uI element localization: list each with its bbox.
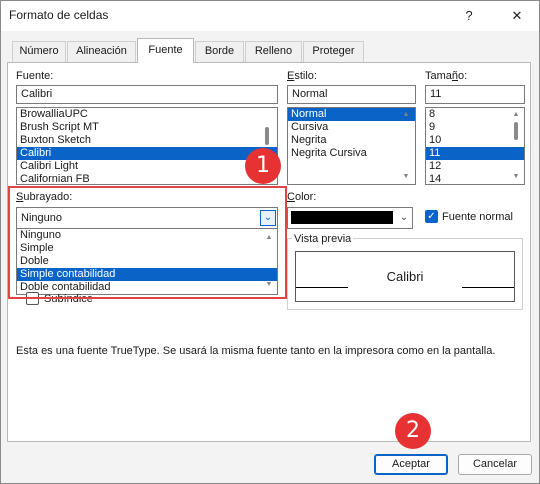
size-label: Tamaño: bbox=[425, 70, 468, 82]
list-item[interactable]: 9 bbox=[426, 121, 524, 134]
list-item-selected[interactable]: 11 bbox=[426, 147, 524, 160]
callout-badge-2: 2 bbox=[395, 413, 431, 449]
callout-highlight-frame bbox=[8, 186, 287, 299]
scroll-down-arrow-icon[interactable]: ▼ bbox=[510, 171, 522, 183]
preview-baseline-right bbox=[462, 287, 514, 288]
size-input[interactable]: 11 bbox=[425, 85, 525, 104]
list-item[interactable]: Calibri Light bbox=[17, 160, 277, 173]
style-label: Estilo: bbox=[287, 70, 317, 82]
dialog-title: Formato de celdas bbox=[9, 8, 109, 22]
list-item[interactable]: Negrita Cursiva bbox=[288, 147, 415, 160]
info-text: Esta es una fuente TrueType. Se usará la… bbox=[16, 345, 496, 357]
preview-text: Calibri bbox=[386, 269, 424, 284]
color-label: Color: bbox=[287, 191, 317, 203]
font-label: Fuente: bbox=[16, 70, 54, 82]
list-item[interactable]: Negrita bbox=[288, 134, 415, 147]
preview-label: Vista previa bbox=[292, 233, 354, 245]
scroll-down-arrow-icon[interactable]: ▼ bbox=[400, 171, 412, 183]
scroll-up-arrow-icon[interactable]: ▲ bbox=[510, 109, 522, 121]
chevron-down-icon[interactable]: ⌄ bbox=[396, 209, 412, 227]
list-item-selected[interactable]: Normal bbox=[288, 108, 415, 121]
list-item[interactable]: BrowalliaUPC bbox=[17, 108, 277, 121]
cancel-button[interactable]: Cancelar bbox=[458, 454, 532, 475]
tab-borde[interactable]: Borde bbox=[195, 41, 244, 62]
close-button[interactable]: ✕ bbox=[498, 1, 536, 31]
tab-numero[interactable]: Número bbox=[12, 41, 66, 62]
normal-font-checkbox[interactable]: ✓ bbox=[425, 210, 438, 223]
list-item[interactable]: 10 bbox=[426, 134, 524, 147]
list-item-selected[interactable]: Calibri bbox=[17, 147, 277, 160]
help-button[interactable]: ? bbox=[450, 1, 488, 31]
preview-baseline-left bbox=[296, 287, 348, 288]
tab-alineacion[interactable]: Alineación bbox=[67, 41, 136, 62]
list-item[interactable]: Brush Script MT bbox=[17, 121, 277, 134]
ok-button[interactable]: Aceptar bbox=[374, 454, 448, 475]
tab-fuente[interactable]: Fuente bbox=[137, 38, 194, 63]
color-swatch bbox=[291, 211, 393, 224]
tab-relleno[interactable]: Relleno bbox=[245, 41, 302, 62]
list-item[interactable]: Cursiva bbox=[288, 121, 415, 134]
font-list-scrollbar[interactable] bbox=[265, 127, 269, 145]
callout-badge-1: 1 bbox=[245, 148, 281, 184]
list-item[interactable]: Californian FB bbox=[17, 173, 277, 184]
scroll-up-arrow-icon[interactable]: ▲ bbox=[400, 109, 412, 121]
style-input[interactable]: Normal bbox=[287, 85, 416, 104]
font-list[interactable]: BrowalliaUPC Brush Script MT Buxton Sket… bbox=[16, 107, 278, 185]
style-list[interactable]: Normal Cursiva Negrita Negrita Cursiva bbox=[287, 107, 416, 185]
font-input[interactable]: Calibri bbox=[16, 85, 278, 104]
tab-proteger[interactable]: Proteger bbox=[303, 41, 364, 62]
list-item[interactable]: Buxton Sketch bbox=[17, 134, 277, 147]
size-list-scrollbar[interactable] bbox=[514, 122, 518, 140]
normal-font-label: Fuente normal bbox=[442, 211, 513, 223]
